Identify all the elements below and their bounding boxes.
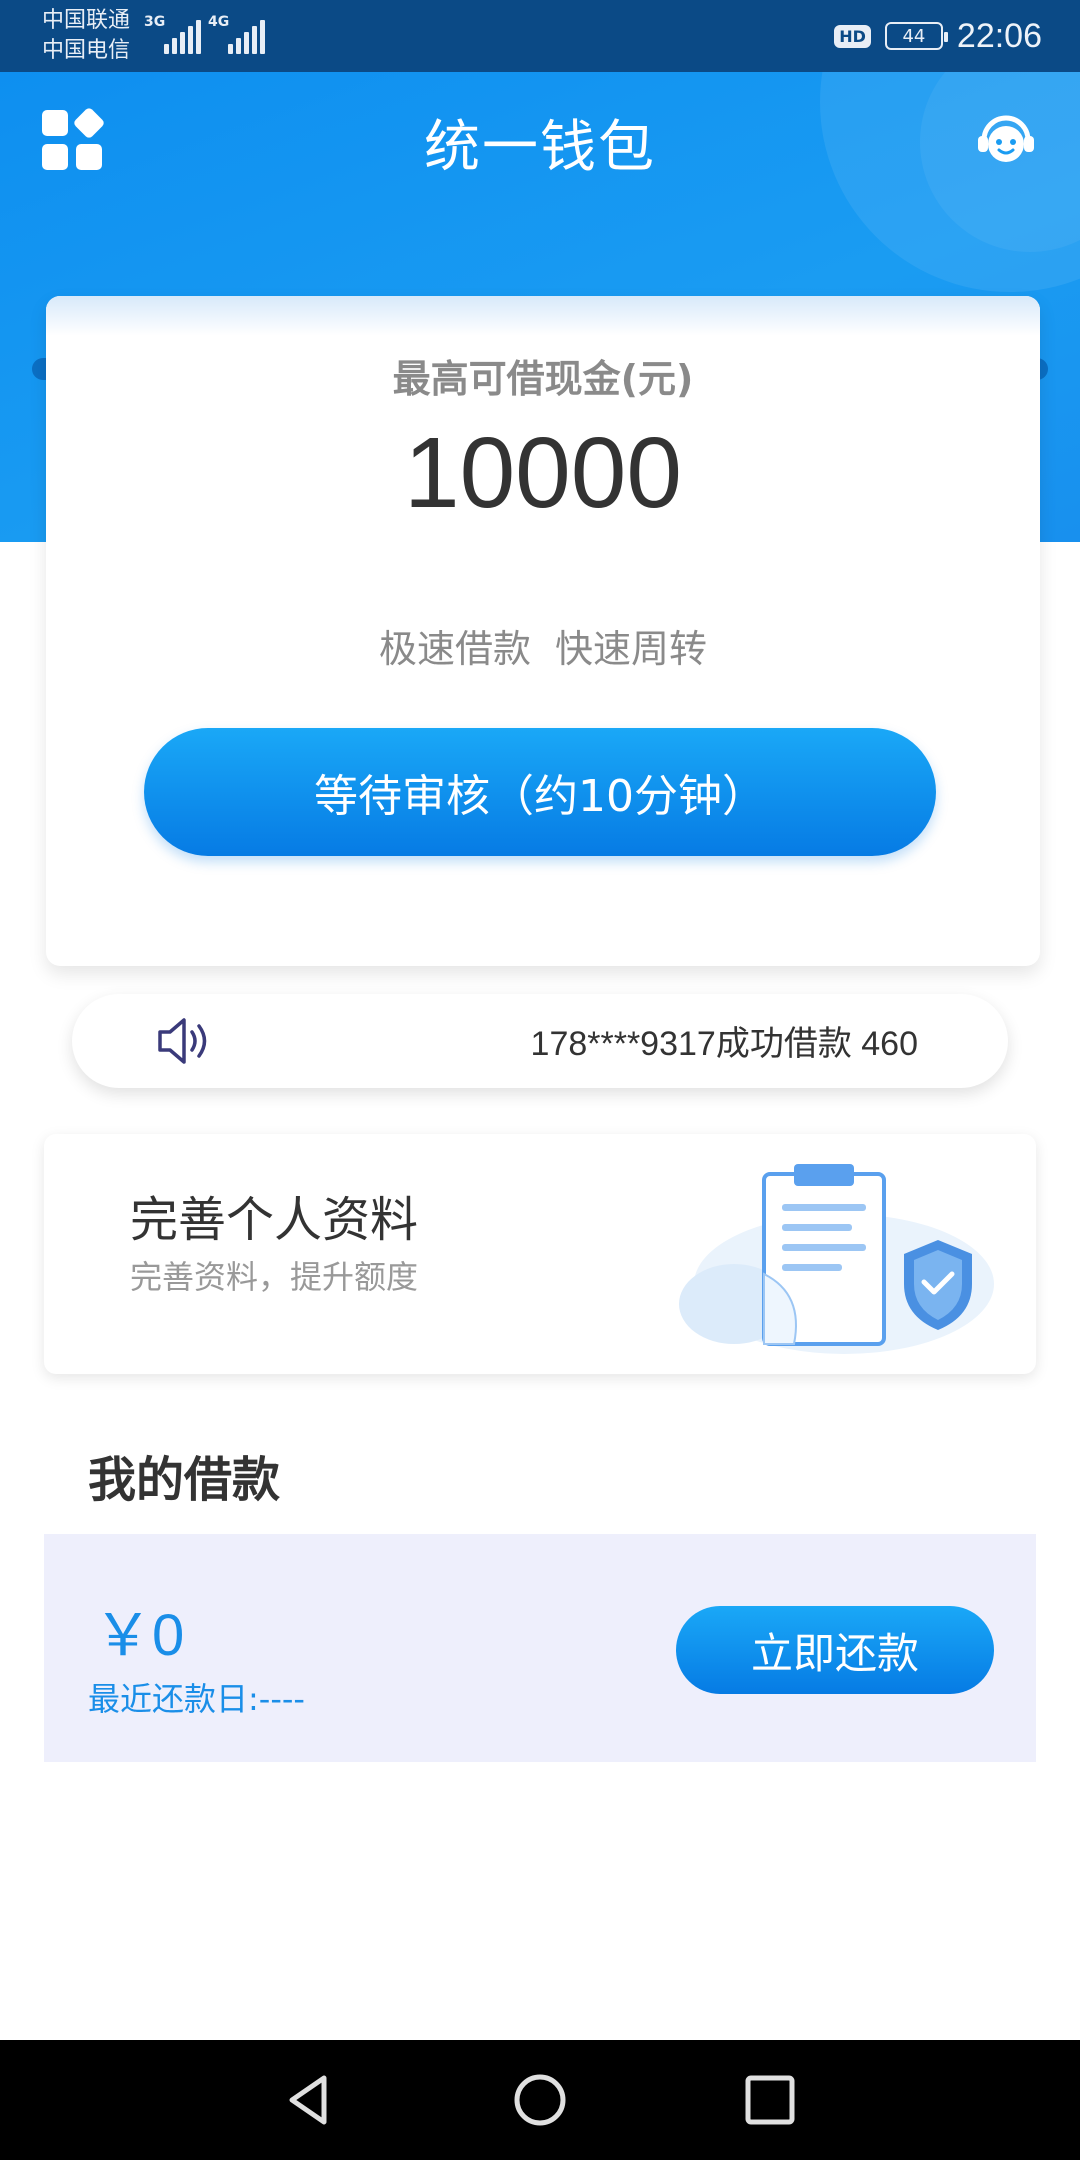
max-loan-amount: 10000 [403,417,683,529]
clock: 22:06 [956,16,1042,55]
pending-review-button[interactable]: 等待审核（约10分钟） [144,728,936,856]
speaker-icon [158,1018,207,1064]
recents-icon[interactable] [740,2070,800,2130]
repay-date: 最近还款日:---- [88,1680,305,1718]
hd-badge: HD [834,24,871,48]
clipboard-shield-icon [679,1164,994,1354]
status-bar: 中国联通 中国电信 3G 4G HD 44 22:06 [0,0,1080,72]
app-screen: 中国联通 中国电信 3G 4G HD 44 22:06 统一钱包 最高可借现金(… [0,0,1080,2160]
my-loans-title: 我的借款 [88,1452,281,1508]
page-title: 统一钱包 [424,115,656,180]
profile-title: 完善个人资料 [130,1192,419,1248]
notice-text: 178****9317成功借款 460 [530,1025,918,1063]
system-nav-bar [0,2040,1080,2160]
battery-icon: 44 [884,22,948,50]
slogan-1: 极速借款 [378,627,531,671]
carrier-names: 中国联通 中国电信 [42,6,130,66]
credit-card: 最高可借现金(元) 10000 极速借款 快速周转 等待审核（约10分钟） [46,296,1040,966]
customer-service-icon[interactable] [974,108,1038,172]
repay-now-button[interactable]: 立即还款 [676,1606,994,1694]
status-right: HD 44 22:06 [834,14,1042,58]
slogan: 极速借款 快速周转 [46,618,1040,673]
signal-bars-icon [228,20,265,54]
slogan-2: 快速周转 [555,627,708,671]
carrier-1: 中国联通 [42,8,131,33]
carrier-2: 中国电信 [42,38,131,63]
profile-card[interactable]: 完善个人资料 完善资料，提升额度 [44,1134,1036,1374]
network-type-2: 4G [208,14,230,30]
back-icon[interactable] [280,2070,340,2130]
network-type-1: 3G [144,14,166,30]
my-loans-panel: ￥0 最近还款日:---- 立即还款 [44,1534,1036,1762]
max-loan-label: 最高可借现金(元) [392,357,694,401]
notice-bar: 178****9317成功借款 460 [72,994,1008,1088]
battery-level: 44 [902,25,926,47]
home-icon[interactable] [510,2070,570,2130]
signal-bars-icon [164,20,201,54]
profile-subtitle: 完善资料，提升额度 [130,1258,419,1296]
loan-amount: ￥0 [94,1603,185,1668]
